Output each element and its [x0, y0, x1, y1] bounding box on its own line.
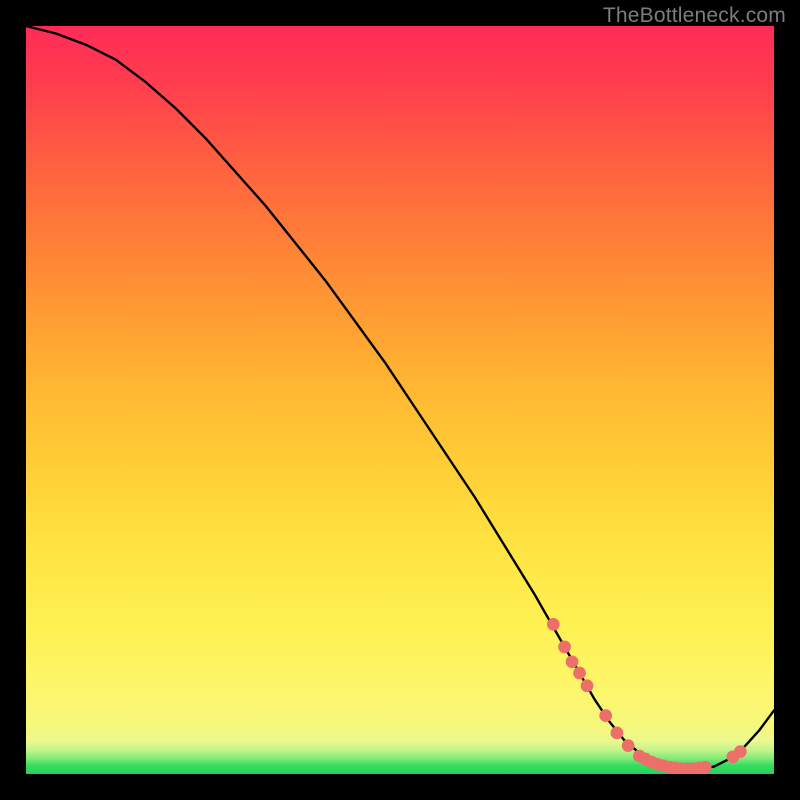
highlight-marker	[734, 745, 747, 758]
highlight-marker	[547, 618, 560, 631]
highlight-marker	[581, 679, 594, 692]
highlight-marker	[566, 655, 579, 668]
chart-frame: TheBottleneck.com	[0, 0, 800, 800]
highlight-marker	[558, 640, 571, 653]
highlight-markers	[547, 618, 747, 774]
watermark-text: TheBottleneck.com	[603, 4, 786, 28]
highlight-marker	[611, 727, 624, 740]
bottleneck-curve	[26, 26, 774, 770]
highlight-marker	[599, 709, 612, 722]
highlight-marker	[622, 739, 635, 752]
highlight-marker	[699, 761, 712, 774]
chart-overlay	[26, 26, 774, 774]
curve-group	[26, 26, 774, 770]
highlight-marker	[573, 667, 586, 680]
